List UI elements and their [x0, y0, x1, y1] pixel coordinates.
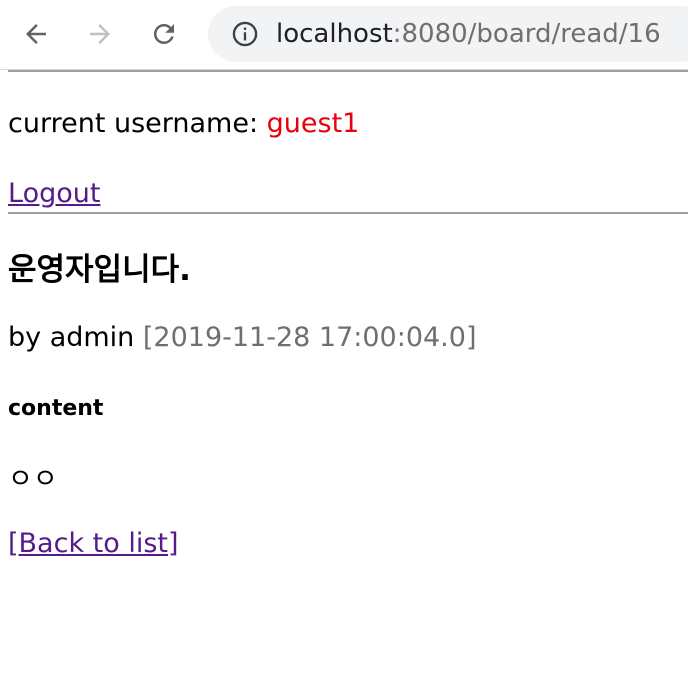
- post-date: [2019-11-28 17:00:04.0]: [142, 322, 477, 353]
- logout-link[interactable]: Logout: [8, 178, 100, 209]
- username-label: current username:: [8, 108, 267, 139]
- post-title: 운영자입니다.: [8, 252, 191, 288]
- post-body: ㅇㅇ: [8, 464, 58, 495]
- reload-icon: [153, 23, 174, 44]
- arrow-right-icon: [90, 24, 110, 44]
- address-bar[interactable]: localhost:8080/board/read/16: [208, 6, 688, 62]
- back-to-list-line: [Back to list]: [8, 526, 688, 562]
- current-user-line: current username: guest1: [8, 106, 688, 142]
- reload-button[interactable]: [142, 12, 186, 56]
- post-author: by admin: [8, 322, 143, 353]
- divider-top: [8, 70, 688, 72]
- info-icon[interactable]: [230, 19, 260, 49]
- page-content: current username: guest1 Logout 운영자입니다. …: [0, 70, 688, 562]
- post-meta: by admin [2019-11-28 17:00:04.0]: [8, 320, 688, 356]
- forward-button[interactable]: [78, 12, 122, 56]
- arrow-left-icon: [26, 24, 46, 44]
- url-host: localhost: [276, 19, 393, 49]
- back-button[interactable]: [14, 12, 58, 56]
- back-to-list-link[interactable]: [Back to list]: [8, 528, 179, 559]
- content-heading: content: [8, 396, 104, 421]
- url-text[interactable]: localhost:8080/board/read/16: [276, 19, 661, 49]
- logout-line: Logout: [8, 176, 688, 212]
- url-path: :8080/board/read/16: [392, 19, 661, 49]
- username-value: guest1: [266, 108, 360, 139]
- divider-bottom: [8, 212, 688, 214]
- browser-toolbar: localhost:8080/board/read/16: [0, 0, 688, 70]
